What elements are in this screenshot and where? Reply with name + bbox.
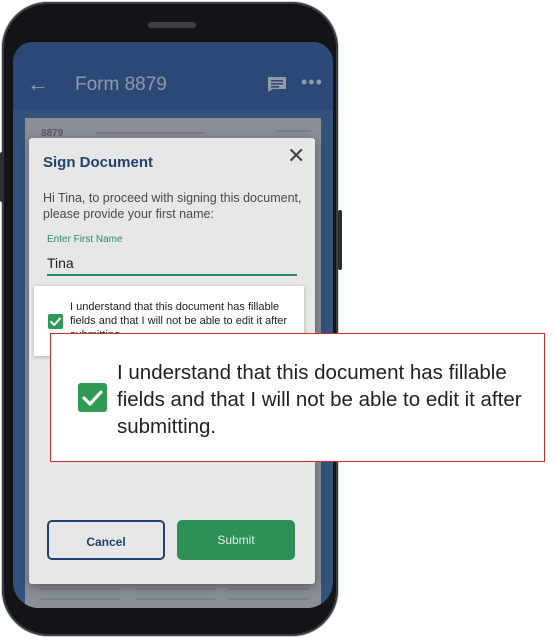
consent-checkbox[interactable] xyxy=(48,314,63,329)
speaker-grille xyxy=(148,22,196,28)
dialog-title: Sign Document xyxy=(43,154,154,171)
volume-button xyxy=(0,152,4,202)
close-icon[interactable]: ✕ xyxy=(287,144,305,168)
first-name-input[interactable] xyxy=(47,252,297,276)
consent-zoom-callout: I understand that this document has fill… xyxy=(50,333,545,462)
first-name-label: Enter First Name xyxy=(47,234,123,245)
consent-text-zoomed: I understand that this document has fill… xyxy=(117,361,522,438)
checkmark-icon xyxy=(50,317,61,326)
power-button xyxy=(338,210,342,270)
consent-checkbox-zoomed[interactable] xyxy=(78,383,107,412)
dialog-prompt: Hi Tina, to proceed with signing this do… xyxy=(43,191,302,221)
checkmark-icon xyxy=(82,390,103,406)
submit-button[interactable]: Submit xyxy=(177,520,295,560)
cancel-button[interactable]: Cancel xyxy=(47,520,165,560)
